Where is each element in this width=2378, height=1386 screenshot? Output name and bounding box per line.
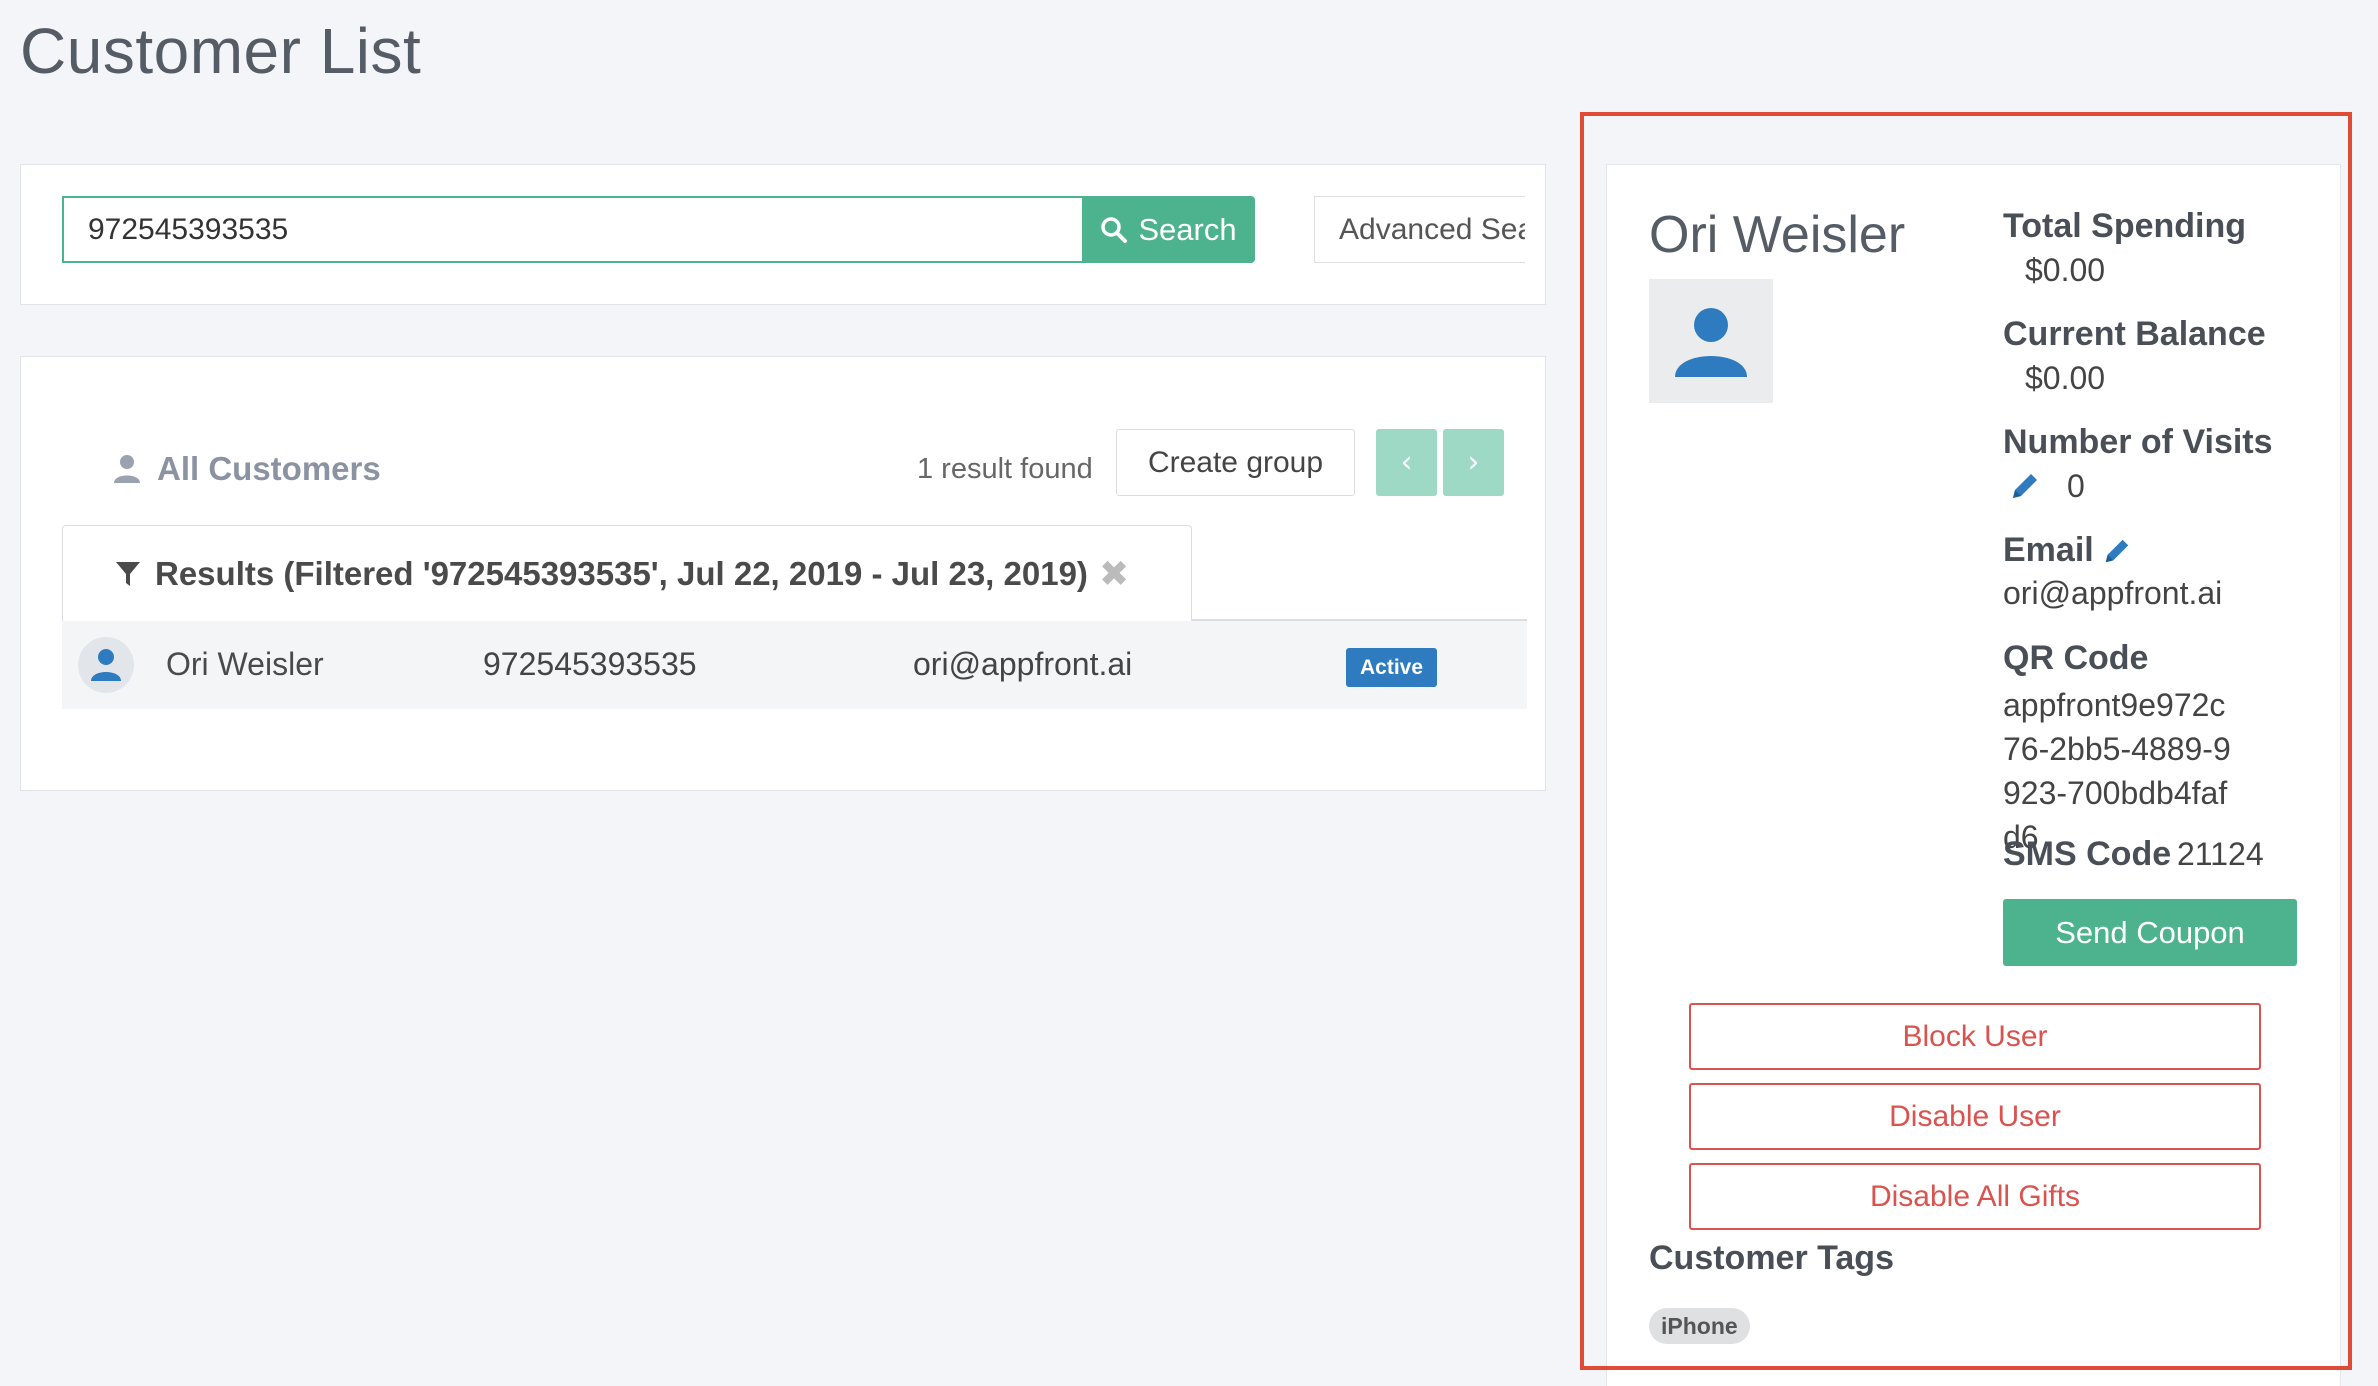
table-row[interactable]: Ori Weisler 972545393535 ori@appfront.ai… bbox=[62, 621, 1527, 709]
highlight-frame bbox=[1580, 112, 2352, 1370]
search-button-label: Search bbox=[1138, 211, 1237, 247]
search-button[interactable]: Search bbox=[1082, 196, 1255, 263]
row-email: ori@appfront.ai bbox=[913, 646, 1133, 682]
status-badge: Active bbox=[1346, 648, 1437, 687]
filter-tab[interactable]: Results (Filtered '972545393535', Jul 22… bbox=[62, 525, 1192, 621]
avatar-icon bbox=[91, 649, 121, 681]
result-count: 1 result found bbox=[917, 453, 1093, 485]
advanced-search-button[interactable]: Advanced Search bbox=[1314, 196, 1525, 263]
filter-icon bbox=[116, 561, 140, 586]
page-title: Customer List bbox=[20, 15, 422, 87]
create-group-button[interactable]: Create group bbox=[1116, 429, 1355, 496]
avatar bbox=[78, 637, 134, 693]
all-customers-label: All Customers bbox=[157, 450, 381, 487]
row-name: Ori Weisler bbox=[166, 646, 324, 682]
close-icon[interactable]: ✖ bbox=[1099, 553, 1129, 595]
chevron-right-icon[interactable]: › bbox=[1443, 429, 1504, 496]
row-phone: 972545393535 bbox=[483, 646, 697, 682]
search-input[interactable] bbox=[62, 196, 1083, 263]
filter-label: Results (Filtered '972545393535', Jul 22… bbox=[155, 554, 1088, 592]
search-icon bbox=[1101, 216, 1128, 243]
user-icon bbox=[114, 455, 140, 483]
chevron-left-icon[interactable]: ‹ bbox=[1376, 429, 1437, 496]
search-panel: Search Advanced Search bbox=[20, 164, 1546, 305]
all-customers-heading: All Customers bbox=[113, 450, 381, 488]
results-panel: All Customers 1 result found Create grou… bbox=[20, 356, 1546, 791]
